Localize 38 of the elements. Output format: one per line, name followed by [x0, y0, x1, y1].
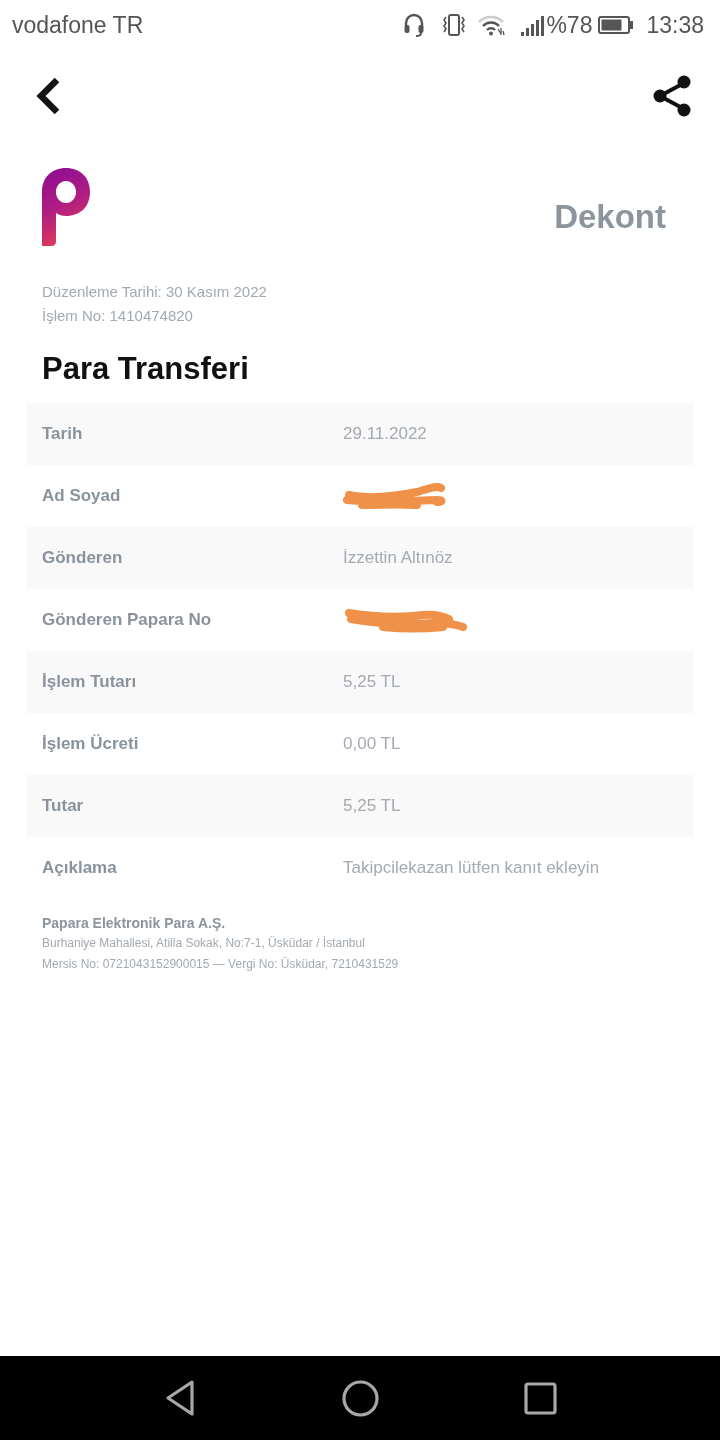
field-label: Gönderen Papara No — [41, 609, 213, 632]
section-title: Para Transferi — [42, 350, 249, 388]
company-address: Burhaniye Mahallesi, Atilla Sokak, No:7-1, Üsküdar / İstanbul — [42, 935, 365, 952]
field-label: Tutar — [41, 795, 85, 818]
field-value: İzzettin Altınöz — [343, 547, 453, 570]
document-title: Dekont — [554, 199, 666, 233]
issue-date: Düzenleme Tarihi: 30 Kasım 2022 — [42, 282, 267, 302]
company-name: Papara Elektronik Para A.Ş. — [42, 914, 226, 933]
field-value: 29.11.2022 — [343, 423, 427, 446]
field-value: 5,25 TL — [343, 795, 401, 818]
field-label: İşlem Ücreti — [41, 733, 140, 756]
clock-time: 13:38 — [646, 13, 704, 37]
share-icon — [652, 75, 692, 117]
battery-percentage: %78 — [546, 13, 593, 37]
field-label: Tarih — [41, 423, 84, 446]
transaction-number: İşlem No: 1410474820 — [42, 306, 193, 326]
nav-home-button[interactable] — [340, 1378, 380, 1418]
back-button[interactable] — [34, 76, 62, 116]
wifi-icon — [477, 14, 506, 36]
triangle-back-icon — [164, 1379, 196, 1417]
square-recents-icon — [523, 1381, 557, 1415]
field-value: Takipcilekazan lütfen kanıt ekleyin — [343, 857, 600, 880]
field-label: Gönderen — [41, 547, 124, 570]
battery-icon — [598, 16, 635, 34]
signal-icon — [521, 14, 545, 36]
back-chevron-icon — [35, 77, 61, 115]
vibrate-icon — [441, 13, 468, 37]
field-label: İşlem Tutarı — [41, 671, 138, 694]
circle-home-icon — [341, 1379, 379, 1417]
field-value: 0,00 TL — [343, 733, 401, 756]
share-button[interactable] — [652, 75, 692, 117]
field-value: 5,25 TL — [343, 671, 401, 694]
logo-icon — [42, 168, 90, 246]
registry-info: Mersis No: 0721043152900015 — Vergi No: Üsküdar, 7210431529 — [42, 956, 399, 973]
headset-icon — [403, 13, 426, 37]
field-label: Açıklama — [41, 857, 118, 880]
carrier-name: vodafone TR — [12, 13, 144, 37]
field-label: Ad Soyad — [41, 485, 122, 508]
